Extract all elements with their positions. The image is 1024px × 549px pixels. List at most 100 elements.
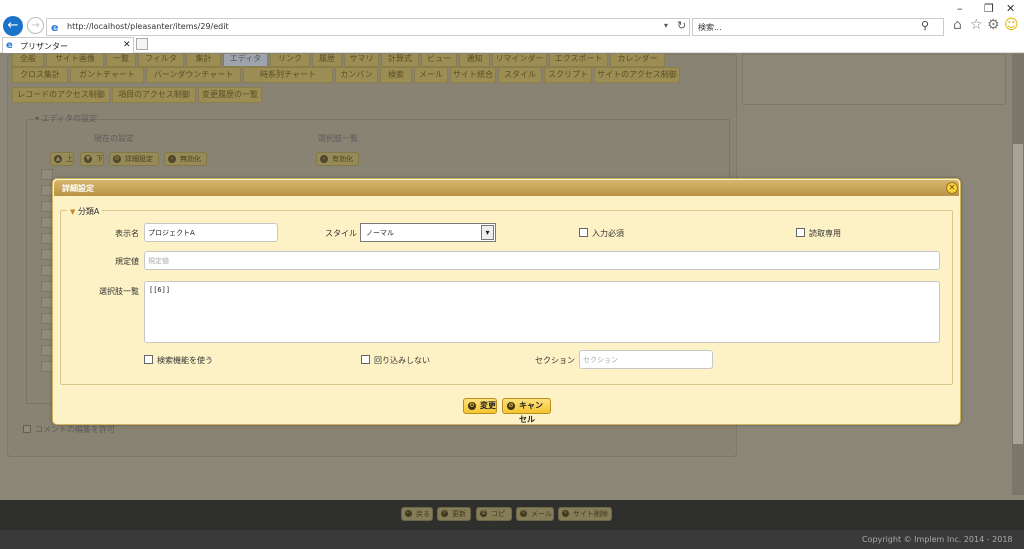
choices-label: 選択肢一覧	[99, 287, 139, 296]
style-label: スタイル	[325, 229, 357, 238]
display-name-label: 表示名	[115, 229, 139, 238]
readonly-label: 読取専用	[809, 229, 841, 238]
copy-icon: ⧉	[480, 510, 487, 517]
settings-tab-r2-9[interactable]: スクリプト	[544, 67, 592, 83]
settings-tab-r1-14[interactable]: カレンダー	[610, 54, 665, 67]
triangle-down-icon: ▼	[70, 208, 76, 216]
minimize-icon[interactable]: –	[957, 2, 963, 15]
dialog-close-button[interactable]: ✕	[946, 182, 958, 194]
settings-tab-r1-3[interactable]: フィルタ	[138, 54, 184, 67]
required-checkbox[interactable]	[579, 228, 588, 237]
browser-search-box[interactable]: 検索... ⚲	[692, 18, 944, 36]
settings-tab-r1-7[interactable]: 履歴	[312, 54, 342, 67]
settings-tab-r1-8[interactable]: サマリ	[344, 54, 379, 67]
gear-icon: ⚙	[113, 155, 121, 163]
copyright-text: Copyright © Implem Inc. 2014 - 2018	[862, 535, 1013, 544]
settings-tab-r2-0[interactable]: クロス集計	[12, 67, 68, 83]
close-window-icon[interactable]: ✕	[1006, 2, 1015, 15]
browser-titlebar: – ❐ ✕ ← → e http://localhost/pleasanter/…	[0, 0, 1024, 36]
settings-tab-r1-13[interactable]: エクスポート	[549, 54, 608, 67]
settings-tab-r1-6[interactable]: リンク	[270, 54, 310, 67]
comment-edit-label: コメントの編集を許可	[35, 425, 115, 434]
back-button[interactable]: ↩ 戻る	[401, 507, 433, 521]
arrow-down-icon: ▼	[84, 155, 92, 163]
smiley-feedback-icon[interactable]: ☺	[1004, 17, 1019, 33]
settings-tab-r2-5[interactable]: 検索	[380, 67, 412, 83]
chevron-down-icon[interactable]: ▾	[664, 21, 668, 30]
settings-tab-r2-2[interactable]: バーンダウンチャート	[146, 67, 241, 83]
settings-tab-r2-7[interactable]: サイト統合	[450, 67, 496, 83]
settings-tab-r1-9[interactable]: 計算式	[381, 54, 419, 67]
current-settings-item[interactable]	[41, 169, 53, 180]
readonly-checkbox[interactable]	[796, 228, 805, 237]
settings-tab-r1-4[interactable]: 集計	[186, 54, 221, 67]
arrow-right-icon: ›	[168, 155, 176, 163]
settings-tab-r2-1[interactable]: ガントチャート	[70, 67, 144, 83]
display-name-input[interactable]: プロジェクトA	[144, 223, 278, 242]
style-select[interactable]: ノーマル ▾	[360, 223, 496, 242]
no-wrap-checkbox[interactable]	[361, 355, 370, 364]
mail-label: メール	[531, 510, 552, 518]
settings-tab-r1-10[interactable]: ビュー	[421, 54, 457, 67]
section-legend[interactable]: ▼ 分類A	[67, 206, 103, 217]
settings-tab-r2-4[interactable]: カンバン	[335, 67, 378, 83]
change-button[interactable]: ⚙ 変更	[463, 398, 497, 414]
mail-button[interactable]: ✉ メール	[516, 507, 554, 521]
home-icon[interactable]: ⌂	[953, 17, 962, 33]
move-up-button[interactable]: ▲ 上	[50, 152, 74, 166]
address-bar[interactable]: e http://localhost/pleasanter/items/29/e…	[46, 18, 690, 36]
settings-tab-r3-1[interactable]: 項目のアクセス制御	[112, 87, 196, 103]
choices-textarea[interactable]: [[6]]	[144, 281, 940, 343]
settings-tab-r1-2[interactable]: 一覧	[106, 54, 136, 67]
settings-tab-r3-2[interactable]: 変更履歴の一覧	[198, 87, 262, 103]
scroll-thumb[interactable]	[1013, 144, 1023, 444]
maximize-icon[interactable]: ❐	[984, 2, 994, 15]
enable-button[interactable]: ‹ 有効化	[316, 152, 359, 166]
settings-tab-r1-12[interactable]: リマインダー	[492, 54, 547, 67]
cancel-button[interactable]: ⊘ キャンセル	[502, 398, 551, 424]
detail-settings-button[interactable]: ⚙ 詳細設定	[109, 152, 159, 166]
required-label: 入力必須	[592, 229, 624, 238]
settings-tab-r2-6[interactable]: メール	[414, 67, 448, 83]
forward-button[interactable]: →	[27, 17, 44, 34]
ie-logo-icon: e	[51, 21, 59, 34]
back-button[interactable]: ←	[3, 16, 23, 36]
current-settings-label: 現在の設定	[94, 134, 134, 143]
favorites-star-icon[interactable]: ☆	[970, 17, 983, 33]
editor-settings-legend: ▾ エディタの設定	[35, 114, 98, 123]
browser-tab[interactable]: e プリザンター ✕	[2, 37, 134, 53]
refresh-icon[interactable]: ↻	[677, 19, 686, 32]
dialog-title: 詳細設定	[62, 184, 94, 193]
settings-tab-r1-0[interactable]: 全般	[12, 54, 44, 67]
move-down-button[interactable]: ▼ 下	[80, 152, 104, 166]
search-feature-checkbox[interactable]	[144, 355, 153, 364]
page-scrollbar[interactable]	[1012, 54, 1024, 495]
section-input[interactable]: セクション	[579, 350, 713, 369]
delete-site-icon: ✕	[562, 510, 569, 517]
disable-button[interactable]: › 無効化	[164, 152, 207, 166]
new-tab-button[interactable]	[136, 38, 148, 50]
settings-tab-r1-1[interactable]: サイト画像	[46, 54, 104, 67]
close-tab-icon[interactable]: ✕	[123, 40, 131, 50]
settings-tab-r2-10[interactable]: サイトのアクセス制御	[594, 67, 680, 83]
settings-tab-r2-8[interactable]: スタイル	[498, 67, 542, 83]
browser-search-placeholder: 検索...	[698, 23, 722, 32]
comment-edit-checkbox[interactable]	[23, 425, 31, 433]
delete-site-button[interactable]: ✕ サイト削除	[558, 507, 612, 521]
default-value-input[interactable]: 規定値	[144, 251, 940, 270]
mail-icon: ✉	[520, 510, 527, 517]
settings-gear-icon[interactable]: ⚙	[987, 17, 1000, 33]
update-icon: ⟳	[441, 510, 448, 517]
copy-button[interactable]: ⧉ コピー	[476, 507, 512, 530]
settings-tab-r3-0[interactable]: レコードのアクセス制御	[12, 87, 110, 103]
settings-tab-r2-3[interactable]: 時系列チャート	[243, 67, 333, 83]
browser-tab-title: プリザンター	[20, 42, 68, 51]
settings-tab-r1-5[interactable]: エディタ	[223, 54, 268, 67]
arrow-up-icon: ▲	[54, 155, 62, 163]
settings-tab-r1-11[interactable]: 通知	[459, 54, 490, 67]
update-button[interactable]: ⟳ 更新	[437, 507, 471, 521]
no-wrap-label: 回り込みしない	[374, 356, 430, 365]
address-url[interactable]: http://localhost/pleasanter/items/29/edi…	[67, 22, 229, 31]
update-label: 更新	[452, 510, 466, 518]
search-icon[interactable]: ⚲	[921, 19, 929, 32]
